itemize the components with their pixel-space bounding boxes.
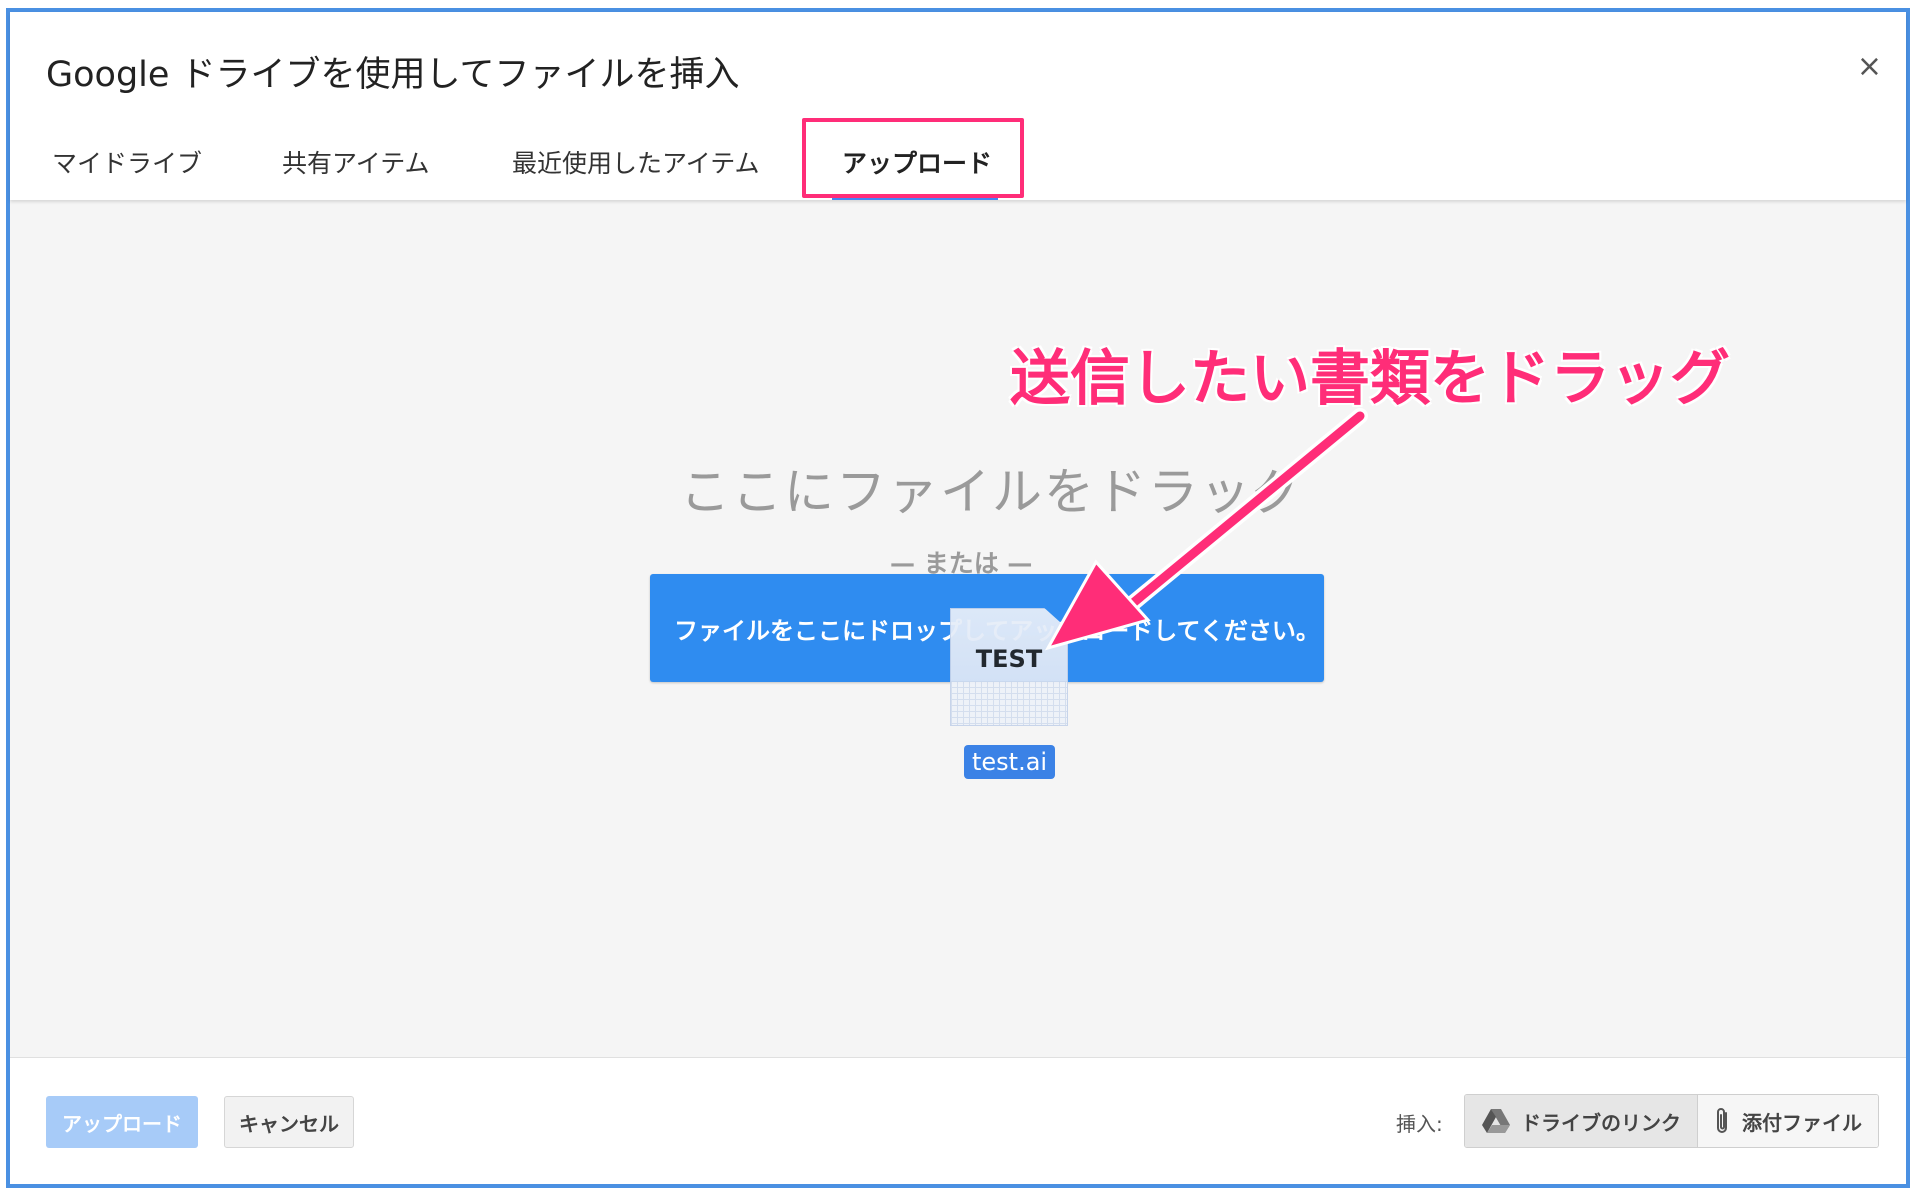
annotation-arrow-icon	[1044, 408, 1368, 651]
cancel-button[interactable]: キャンセル	[224, 1096, 354, 1148]
dialog-title: Google ドライブを使用してファイルを挿入	[46, 55, 740, 95]
insert-attachment-option[interactable]: 添付ファイル	[1698, 1095, 1878, 1147]
insert-drive-link-option[interactable]: ドライブのリンク	[1465, 1095, 1698, 1147]
insert-drive-link-label: ドライブのリンク	[1521, 1110, 1681, 1135]
insert-as-toggle: ドライブのリンク 添付ファイル	[1464, 1094, 1879, 1148]
paperclip-icon	[1717, 1108, 1727, 1133]
insert-label: 挿入:	[1396, 1112, 1443, 1136]
dragged-file-name: test.ai	[964, 745, 1056, 779]
tab-recent-items[interactable]: 最近使用したアイテム	[512, 144, 760, 180]
dialog-footer: アップロード キャンセル 挿入: ドライブのリンク 添付ファイル	[10, 1057, 1906, 1184]
file-icon-grid	[951, 681, 1067, 725]
drive-icon	[1482, 1109, 1510, 1133]
tab-highlight-box	[802, 118, 1024, 198]
upload-button[interactable]: アップロード	[46, 1096, 198, 1148]
insert-attachment-label: 添付ファイル	[1742, 1110, 1862, 1135]
tab-shared-items[interactable]: 共有アイテム	[282, 144, 430, 180]
close-icon[interactable]: ×	[1857, 52, 1882, 82]
tab-my-drive[interactable]: マイドライブ	[52, 144, 202, 180]
insert-file-dialog: Google ドライブを使用してファイルを挿入 × マイドライブ 共有アイテム …	[6, 8, 1910, 1188]
